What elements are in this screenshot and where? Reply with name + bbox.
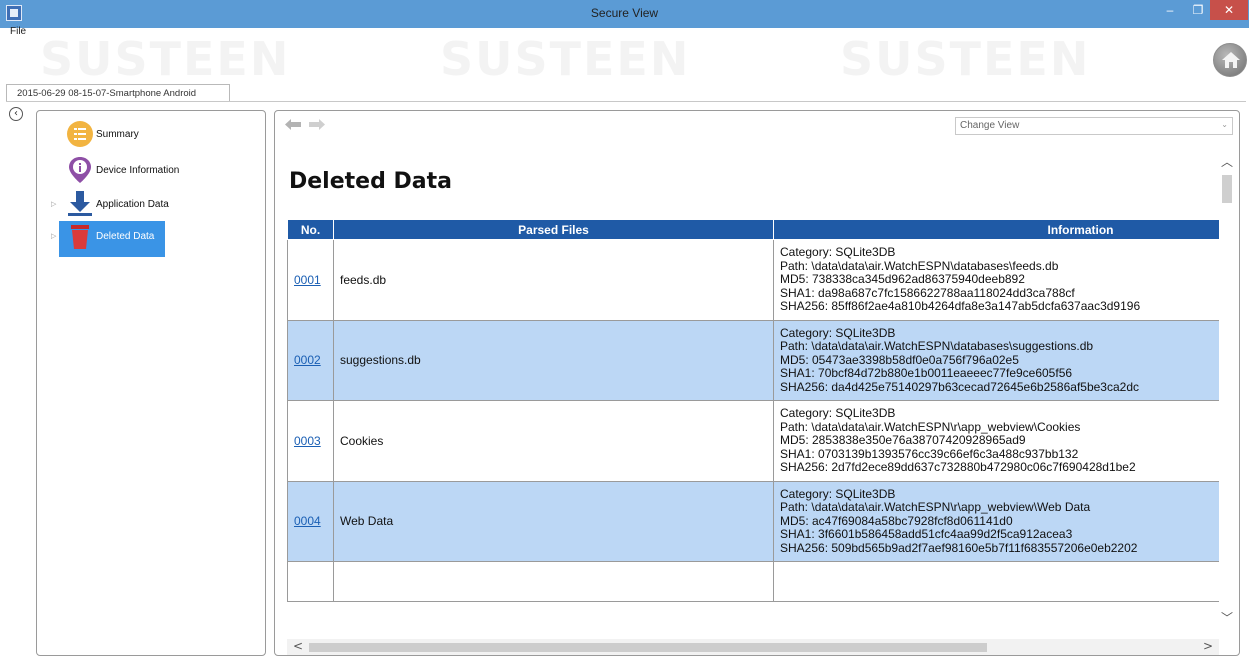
info-line: MD5: 738338ca345d962ad86375940deeb892: [780, 272, 1025, 286]
content-panel: Change View ⌄ Deleted Data No. Parsed Fi…: [274, 110, 1240, 656]
sidebar-item-label: Application Data: [96, 199, 169, 210]
watermark-logo: SUSTEEN: [40, 34, 291, 82]
forward-arrow-icon[interactable]: [309, 119, 325, 130]
scroll-right-icon[interactable]: >: [1203, 639, 1213, 653]
deleted-data-table-viewport: No. Parsed Files Information 0001 feeds.…: [287, 219, 1219, 639]
trash-icon: [71, 225, 89, 249]
column-header-information[interactable]: Information: [773, 219, 1219, 240]
title-bar: Secure View – ❐ ✕: [0, 0, 1249, 28]
info-line: Path: \data\data\air.WatchESPN\r\app_web…: [780, 500, 1091, 514]
info-line: Path: \data\data\air.WatchESPN\databases…: [780, 339, 1094, 353]
cell-file: [333, 561, 774, 602]
info-line: MD5: 2853838e350e76a38707420928965ad9: [780, 433, 1026, 447]
watermark-logo: SUSTEEN: [440, 34, 691, 82]
maximize-button[interactable]: ❐: [1184, 0, 1212, 20]
window-title: Secure View: [590, 6, 659, 20]
cell-information: [773, 561, 1219, 602]
divider: [6, 101, 1246, 102]
info-line: MD5: 05473ae3398b58df0e0a756f796a02e5: [780, 352, 1019, 367]
info-line: Path: \data\data\air.WatchESPN\r\app_web…: [780, 419, 1081, 434]
record-link[interactable]: 0001: [294, 273, 321, 287]
info-line: Category: SQLite3DB: [780, 245, 896, 259]
cell-file: Web Data: [333, 480, 774, 562]
info-line: SHA1: da98a687c7fc1586622788aa118024dd3c…: [780, 285, 1075, 300]
sidebar-item-deleted-data[interactable]: ▷ Deleted Data: [51, 221, 165, 257]
info-line: SHA1: 0703139b1393576cc39c66ef6c3a488c93…: [780, 446, 1079, 461]
chevron-down-icon: ⌄: [1221, 120, 1228, 129]
table-row: 0002 suggestions.db Category: SQLite3DB …: [287, 319, 1219, 401]
info-line: SHA1: 70bcf84d72b880e1b0011eaeeec77fe9ce…: [780, 366, 1073, 380]
history-navigation: [283, 117, 343, 133]
page-title: Deleted Data: [289, 169, 452, 194]
cell-no: 0003: [287, 400, 334, 482]
home-button[interactable]: [1213, 43, 1247, 77]
change-view-placeholder: Change View: [960, 120, 1020, 131]
scroll-up-icon[interactable]: ︿: [1221, 153, 1233, 170]
table-row: 0004 Web Data Category: SQLite3DB Path: …: [287, 480, 1219, 562]
cell-file: Cookies: [333, 400, 774, 482]
info-line: SHA1: 3f6601b586458add51cfc4aa99d2f5ca91…: [780, 527, 1073, 541]
sidebar-item-label: Deleted Data: [96, 231, 155, 242]
cell-no: 0004: [287, 480, 334, 562]
info-line: Category: SQLite3DB: [780, 325, 896, 340]
sidebar-item-summary[interactable]: Summary: [59, 119, 199, 153]
home-icon: [1222, 52, 1240, 68]
record-link[interactable]: 0003: [294, 434, 321, 448]
cell-information: Category: SQLite3DB Path: \data\data\air…: [773, 480, 1219, 562]
scroll-down-icon[interactable]: ﹀: [1221, 609, 1233, 626]
info-line: SHA256: 85ff86f2ae4a810b4264dfa8e3a147ab…: [780, 299, 1141, 313]
cell-file: feeds.db: [333, 239, 774, 321]
cell-information: Category: SQLite3DB Path: \data\data\air…: [773, 239, 1219, 321]
scroll-thumb[interactable]: [309, 643, 987, 652]
info-line: Category: SQLite3DB: [780, 486, 896, 501]
cell-information: Category: SQLite3DB Path: \data\data\air…: [773, 400, 1219, 482]
tab-session[interactable]: 2015-06-29 08-15-07-Smartphone Android: [6, 84, 230, 102]
collapse-sidebar-button[interactable]: ‹: [9, 107, 23, 121]
table-header-row: No. Parsed Files Information: [287, 219, 1219, 240]
deleted-data-table: No. Parsed Files Information 0001 feeds.…: [287, 219, 1219, 602]
table-row: [287, 561, 1219, 602]
cell-no: 0002: [287, 319, 334, 401]
sidebar-item-label: Summary: [96, 129, 139, 140]
cell-no: [287, 561, 334, 602]
brand-banner: SUSTEEN SUSTEEN SUSTEEN: [0, 34, 1249, 82]
navigation-tree: Summary Device Information ▷ Application…: [36, 110, 266, 656]
scroll-thumb[interactable]: [1222, 175, 1232, 203]
minimize-button[interactable]: –: [1156, 0, 1184, 20]
change-view-dropdown[interactable]: Change View ⌄: [955, 117, 1233, 135]
sidebar-item-device-information[interactable]: Device Information: [59, 155, 199, 189]
watermark-logo: SUSTEEN: [840, 34, 1091, 82]
expand-arrow-icon[interactable]: ▷: [51, 200, 56, 208]
cell-information: Category: SQLite3DB Path: \data\data\air…: [773, 319, 1219, 401]
info-line: Path: \data\data\air.WatchESPN\databases…: [780, 258, 1059, 273]
info-line: Category: SQLite3DB: [780, 406, 896, 420]
info-line: SHA256: 509bd565b9ad2f7aef98160e5b7f11f6…: [780, 540, 1138, 555]
back-arrow-icon[interactable]: [285, 119, 301, 130]
summary-icon: [67, 121, 93, 147]
horizontal-scrollbar[interactable]: < >: [287, 639, 1219, 655]
expand-arrow-icon[interactable]: ▷: [51, 232, 56, 240]
info-pin-icon: [69, 157, 91, 183]
scroll-left-icon[interactable]: <: [293, 639, 303, 653]
vertical-scrollbar[interactable]: ︿ ﹀: [1219, 151, 1235, 641]
column-header-no[interactable]: No.: [287, 219, 334, 240]
cell-no: 0001: [287, 239, 334, 321]
sidebar-item-label: Device Information: [96, 165, 180, 176]
record-link[interactable]: 0002: [294, 353, 321, 367]
column-header-parsed-files[interactable]: Parsed Files: [333, 219, 774, 240]
cell-file: suggestions.db: [333, 319, 774, 401]
table-row: 0001 feeds.db Category: SQLite3DB Path: …: [287, 239, 1219, 321]
download-icon: [68, 191, 92, 216]
info-line: SHA256: 2d7fd2ece89dd637c732880b472980c0…: [780, 460, 1136, 474]
sidebar-item-application-data[interactable]: ▷ Application Data: [51, 189, 199, 223]
info-line: SHA256: da4d425e75140297b63cecad72645e6b…: [780, 379, 1139, 394]
record-link[interactable]: 0004: [294, 514, 321, 528]
close-button[interactable]: ✕: [1210, 0, 1248, 20]
info-line: MD5: ac47f69084a58bc7928fcf8d061141d0: [780, 513, 1013, 528]
table-row: 0003 Cookies Category: SQLite3DB Path: \…: [287, 400, 1219, 482]
